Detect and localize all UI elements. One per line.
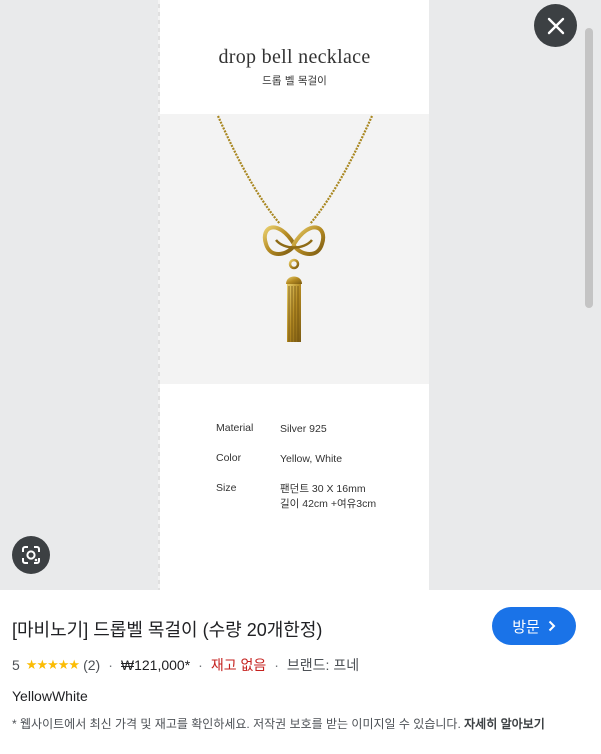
spec-label: Size — [216, 482, 237, 494]
necklace-photo — [216, 115, 374, 342]
review-count[interactable]: (2) — [83, 657, 100, 673]
lens-search-icon — [22, 546, 40, 564]
rating-value: 5 — [12, 657, 20, 673]
separator-dot: · — [108, 657, 113, 673]
brand: 브랜드: 프네 — [286, 657, 360, 673]
disclaimer-text: * 웹사이트에서 최신 가격 및 재고를 확인하세요. 저작권 보호를 받는 이… — [12, 717, 461, 731]
learn-more-link[interactable]: 자세히 알아보기 — [464, 717, 545, 731]
price: ₩121,000* — [120, 657, 191, 673]
star-rating-icon: ★★★★★ — [25, 657, 80, 672]
image-title: drop bell necklace — [218, 46, 371, 68]
lens-search-button[interactable] — [12, 536, 50, 574]
spec-row-color: Color Yellow, White — [216, 452, 416, 467]
spec-row-size: Size 팬던트 30 X 16mm 길이 42cm +여유3cm — [216, 482, 416, 512]
spec-value: Yellow, White — [280, 453, 343, 465]
product-info-panel: [마비노기] 드롭벨 목걸이 (수량 20개한정) 방문 5 ★★★★★ (2)… — [0, 590, 601, 754]
spec-label: Color — [216, 452, 242, 464]
image-preview: drop bell necklace 드롭 벨 목걸이 Material Sil… — [0, 0, 601, 590]
disclaimer: * 웹사이트에서 최신 가격 및 재고를 확인하세요. 저작권 보호를 받는 이… — [12, 716, 572, 733]
chevron-right-icon — [548, 620, 556, 632]
scrollbar-thumb[interactable] — [585, 28, 593, 308]
visit-button-label: 방문 — [512, 618, 540, 636]
product-title[interactable]: [마비노기] 드롭벨 목걸이 (수량 20개한정) — [12, 616, 322, 642]
visit-button[interactable]: 방문 — [492, 607, 576, 645]
product-meta: 5 ★★★★★ (2) · ₩121,000* · 재고 없음 · 브랜드: 프… — [12, 655, 359, 675]
separator-dot: · — [198, 657, 203, 673]
spec-value: Silver 925 — [280, 423, 327, 435]
close-button[interactable] — [534, 4, 577, 47]
spec-value: 팬던트 30 X 16mm 길이 42cm +여유3cm — [280, 483, 377, 510]
product-variant: YellowWhite — [12, 688, 88, 704]
close-icon — [547, 17, 564, 34]
stock-status: 재고 없음 — [210, 657, 267, 673]
image-subtitle: 드롭 벨 목걸이 — [262, 75, 327, 87]
spec-row-material: Material Silver 925 — [216, 422, 416, 437]
product-image[interactable]: drop bell necklace 드롭 벨 목걸이 Material Sil… — [160, 0, 429, 590]
scrollbar[interactable] — [584, 28, 594, 308]
spec-label: Material — [216, 422, 254, 434]
separator-dot: · — [274, 657, 279, 673]
